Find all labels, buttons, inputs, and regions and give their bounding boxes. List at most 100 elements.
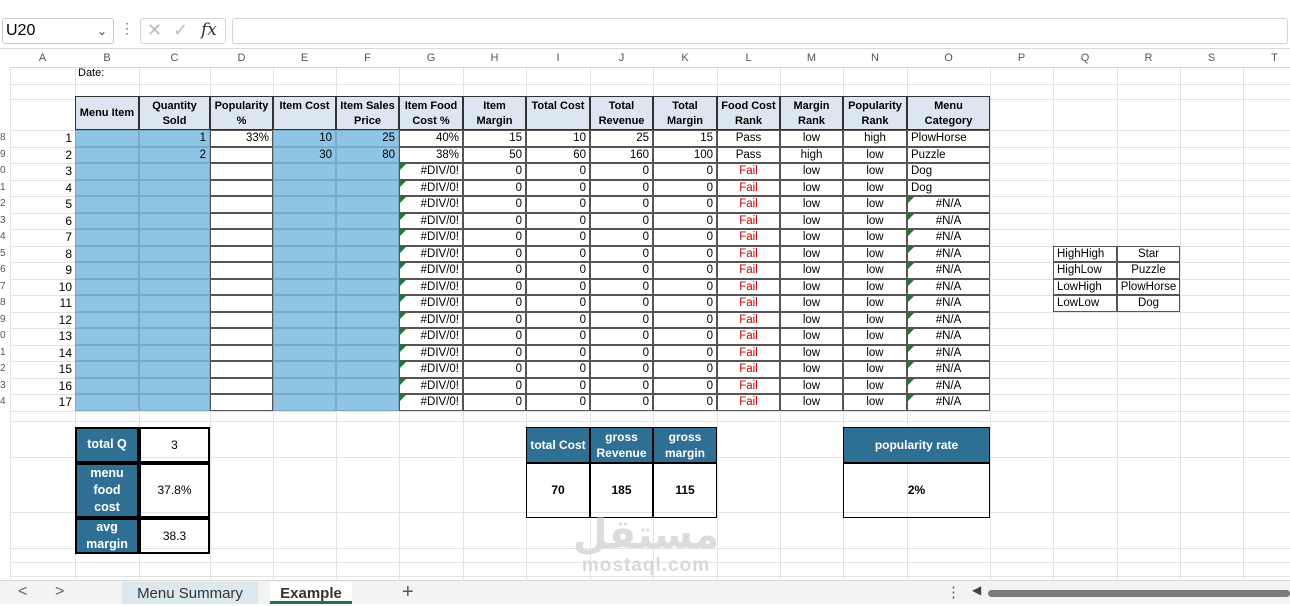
cancel-icon[interactable]: ✕ — [147, 20, 162, 41]
item-number[interactable]: 15 — [10, 361, 75, 378]
row-header[interactable]: 2 — [0, 361, 10, 377]
item-margin-cell[interactable]: 0 — [463, 311, 526, 328]
item-sales-price-input[interactable] — [336, 344, 399, 361]
date-label[interactable]: Date: — [75, 67, 219, 79]
item-margin-cell[interactable]: 0 — [463, 344, 526, 361]
menu-item-input[interactable] — [75, 394, 139, 411]
total-revenue-cell[interactable]: 0 — [590, 311, 653, 328]
row-header[interactable]: 0 — [0, 328, 10, 344]
popularity-cell[interactable] — [210, 245, 273, 262]
popularity-rank-cell[interactable]: low — [843, 262, 907, 279]
popularity-cell[interactable] — [210, 394, 273, 411]
quantity-sold-input[interactable] — [139, 196, 210, 213]
menu-item-input[interactable] — [75, 328, 139, 345]
menu-item-input[interactable] — [75, 295, 139, 312]
item-cost-input[interactable] — [273, 328, 336, 345]
total-cost-cell[interactable]: 0 — [526, 311, 590, 328]
food-cost-rank-cell[interactable]: Fail — [717, 295, 780, 312]
item-cost-input[interactable] — [273, 212, 336, 229]
item-food-cost-cell[interactable]: #DIV/0! — [399, 361, 463, 378]
total-q-label[interactable]: total Q — [75, 426, 139, 463]
total-revenue-cell[interactable]: 0 — [590, 328, 653, 345]
margin-rank-cell[interactable]: low — [780, 245, 843, 262]
total-margin-cell[interactable]: 0 — [653, 212, 717, 229]
food-cost-rank-cell[interactable]: Fail — [717, 394, 780, 411]
item-food-cost-cell[interactable]: #DIV/0! — [399, 212, 463, 229]
item-food-cost-cell[interactable]: #DIV/0! — [399, 196, 463, 213]
total-cost-cell[interactable]: 0 — [526, 245, 590, 262]
popularity-rank-cell[interactable]: low — [843, 278, 907, 295]
more-tabs-icon[interactable]: ⋮ — [946, 583, 961, 601]
total-margin-cell[interactable]: 0 — [653, 394, 717, 411]
item-number[interactable]: 4 — [10, 180, 75, 197]
item-food-cost-cell[interactable]: #DIV/0! — [399, 245, 463, 262]
total-cost-cell[interactable]: 0 — [526, 196, 590, 213]
total-cost-cell[interactable]: 0 — [526, 179, 590, 196]
total-margin-cell[interactable]: 0 — [653, 245, 717, 262]
menu-item-input[interactable] — [75, 229, 139, 246]
column-header-t[interactable]: T — [1243, 49, 1290, 68]
total-cost-cell[interactable]: 0 — [526, 278, 590, 295]
row-header[interactable]: 5 — [0, 246, 10, 262]
item-margin-cell[interactable]: 0 — [463, 328, 526, 345]
item-food-cost-cell[interactable]: 40% — [399, 130, 463, 147]
row-header[interactable]: 1 — [0, 345, 10, 361]
popularity-cell[interactable] — [210, 361, 273, 378]
menu-category-cell[interactable]: #N/A — [907, 229, 990, 246]
total-margin-cell[interactable]: 0 — [653, 229, 717, 246]
popularity-cell[interactable] — [210, 295, 273, 312]
item-cost-input[interactable] — [273, 196, 336, 213]
avg-margin-value[interactable]: 38.3 — [139, 517, 210, 554]
item-cost-input[interactable] — [273, 163, 336, 180]
item-food-cost-cell[interactable]: 38% — [399, 146, 463, 163]
item-cost-input[interactable] — [273, 229, 336, 246]
item-margin-cell[interactable]: 15 — [463, 130, 526, 147]
lookup-value-cell[interactable]: PlowHorse — [1117, 278, 1180, 295]
item-food-cost-cell[interactable]: #DIV/0! — [399, 328, 463, 345]
item-sales-price-input[interactable] — [336, 262, 399, 279]
item-cost-header[interactable]: Item Cost — [273, 96, 336, 130]
total-revenue-cell[interactable]: 0 — [590, 377, 653, 394]
item-sales-price-input[interactable] — [336, 278, 399, 295]
total-margin-cell[interactable]: 0 — [653, 278, 717, 295]
row-header[interactable]: 9 — [0, 147, 10, 163]
total-revenue-cell[interactable]: 0 — [590, 229, 653, 246]
menu-category-cell[interactable]: Dog — [907, 179, 990, 196]
lookup-key-cell[interactable]: LowLow — [1053, 295, 1117, 312]
scroll-left-icon[interactable]: ◀ — [972, 583, 981, 597]
item-food-cost-cell[interactable]: #DIV/0! — [399, 262, 463, 279]
total-cost-cell[interactable]: 0 — [526, 229, 590, 246]
total-revenue-cell[interactable]: 0 — [590, 262, 653, 279]
total-cost-cell[interactable]: 10 — [526, 130, 590, 147]
name-box[interactable]: U20 ⌄ — [2, 18, 114, 44]
item-cost-input[interactable] — [273, 361, 336, 378]
menu-item-input[interactable] — [75, 361, 139, 378]
item-food-cost-cell[interactable]: #DIV/0! — [399, 311, 463, 328]
column-header-i[interactable]: I — [526, 49, 590, 68]
menu-item-input[interactable] — [75, 146, 139, 163]
total-margin-cell[interactable]: 0 — [653, 328, 717, 345]
menu-category-cell[interactable]: PlowHorse — [907, 130, 990, 147]
item-sales-price-input[interactable] — [336, 163, 399, 180]
margin-rank-cell[interactable]: low — [780, 163, 843, 180]
row-header[interactable]: 2 — [0, 196, 10, 212]
column-header-q[interactable]: Q — [1053, 49, 1117, 68]
item-margin-cell[interactable]: 0 — [463, 196, 526, 213]
quantity-sold-input[interactable] — [139, 311, 210, 328]
menu-item-input[interactable] — [75, 344, 139, 361]
quantity-sold-input[interactable] — [139, 344, 210, 361]
menu-category-cell[interactable]: #N/A — [907, 262, 990, 279]
column-header-c[interactable]: C — [139, 49, 210, 68]
gross-margin-summary-label[interactable]: gross margin — [653, 426, 717, 463]
next-sheet-button[interactable]: > — [55, 583, 64, 601]
item-sales-price-input[interactable]: 25 — [336, 130, 399, 147]
total-revenue-cell[interactable]: 25 — [590, 130, 653, 147]
quantity-sold-input[interactable] — [139, 262, 210, 279]
menu-item-input[interactable] — [75, 262, 139, 279]
item-sales-price-header[interactable]: Item Sales Price — [336, 96, 399, 130]
total-revenue-cell[interactable]: 0 — [590, 295, 653, 312]
item-sales-price-input[interactable]: 80 — [336, 146, 399, 163]
item-number[interactable]: 6 — [10, 213, 75, 230]
menu-item-input[interactable] — [75, 311, 139, 328]
popularity-cell[interactable] — [210, 344, 273, 361]
